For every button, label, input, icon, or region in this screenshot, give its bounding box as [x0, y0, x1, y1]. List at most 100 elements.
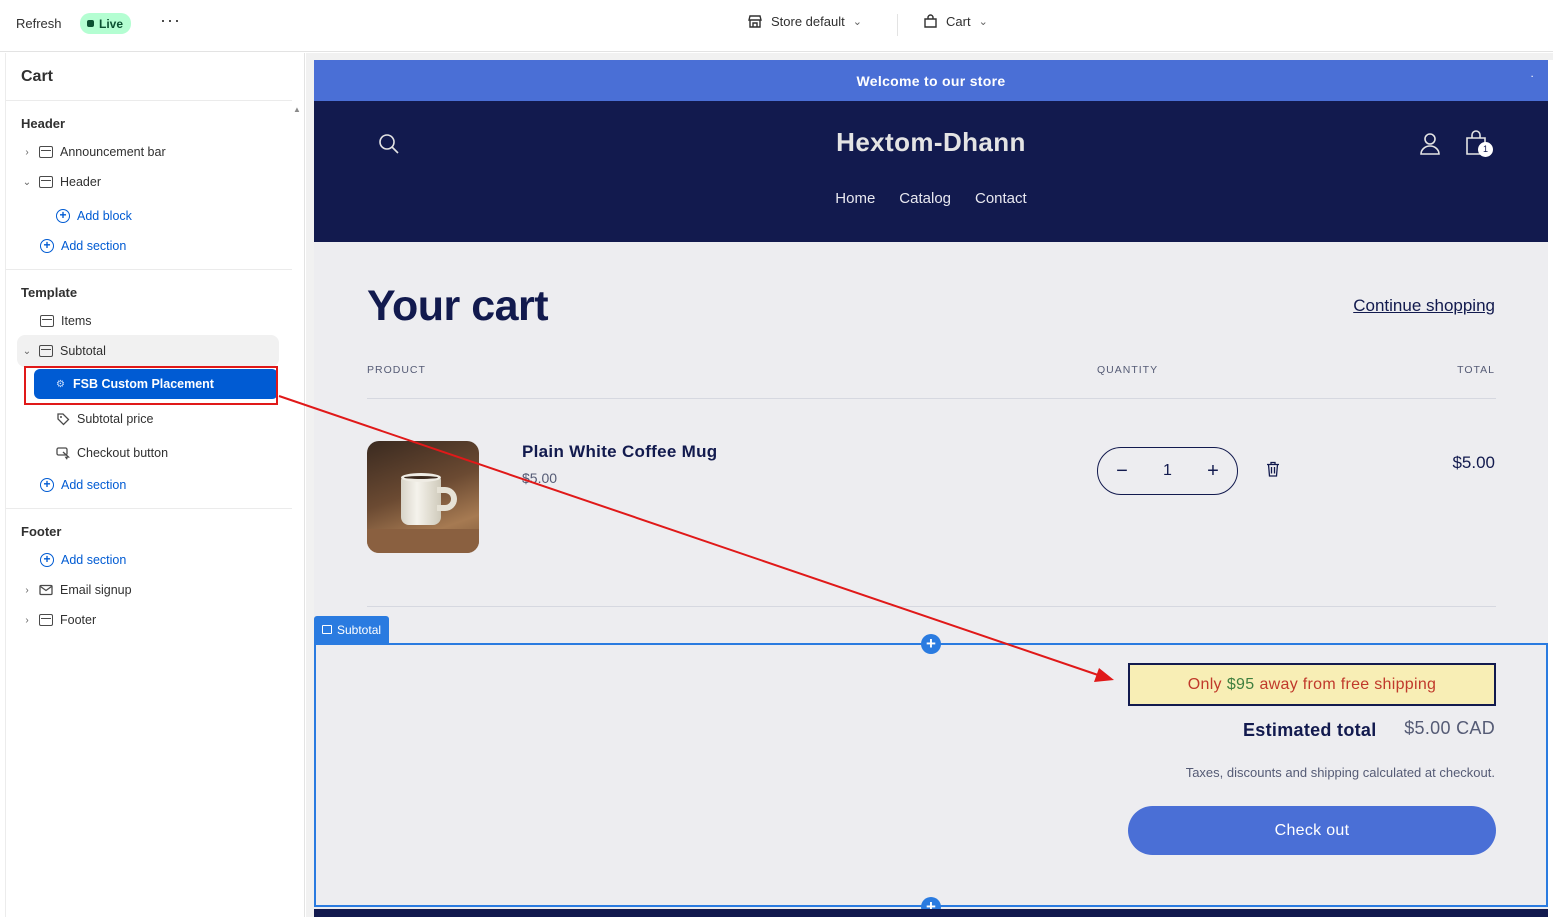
- preview-scrollbar[interactable]: [1548, 60, 1553, 917]
- sidebar-item-subtotal-price[interactable]: Subtotal price: [56, 408, 153, 430]
- sidebar-item-label: Subtotal: [60, 344, 106, 358]
- increase-quantity-button[interactable]: +: [1205, 460, 1221, 483]
- store-icon: [748, 15, 762, 28]
- account-icon[interactable]: [1419, 132, 1441, 156]
- checkout-button[interactable]: Check out: [1128, 806, 1496, 855]
- store-header: Hextom-Dhann Home Catalog Contact 1: [314, 101, 1548, 242]
- sidebar-item-label: Checkout button: [77, 446, 169, 460]
- template-selector[interactable]: Cart ⌄: [923, 14, 988, 29]
- column-header-product: PRODUCT: [367, 364, 426, 376]
- product-unit-price: $5.00: [522, 470, 558, 486]
- more-actions-button[interactable]: ···: [160, 10, 181, 31]
- plus-circle-icon: +: [56, 209, 70, 223]
- divider: [367, 398, 1496, 399]
- cursor-click-icon: [56, 447, 70, 460]
- refresh-button[interactable]: Refresh: [16, 16, 62, 31]
- product-image[interactable]: [367, 441, 479, 553]
- price-tag-icon: [57, 413, 70, 426]
- chevron-right-icon[interactable]: ›: [22, 585, 32, 596]
- fsb-prefix: Only: [1187, 675, 1222, 693]
- footer-group-label: Footer: [21, 524, 62, 539]
- sidebar-item-subtotal[interactable]: ⌄ Subtotal: [22, 340, 106, 362]
- sidebar-item-label: Header: [60, 175, 101, 189]
- cart-icon-link[interactable]: 1: [1464, 129, 1493, 162]
- live-label: Live: [99, 16, 124, 31]
- sidebar-item-label: Footer: [60, 613, 97, 627]
- chevron-down-icon[interactable]: ⌄: [22, 346, 32, 357]
- column-header-quantity: QUANTITY: [1097, 364, 1159, 376]
- editor-topbar: Refresh Live ··· Store default ⌄ Cart ⌄: [0, 0, 1553, 52]
- section-icon: [322, 625, 332, 634]
- sidebar-item-label: Subtotal price: [77, 412, 154, 426]
- add-section-above-icon[interactable]: +: [921, 634, 941, 654]
- header-group-label: Header: [21, 116, 66, 131]
- add-section-label: Add section: [61, 478, 127, 492]
- announcement-bar[interactable]: Welcome to our store ·: [314, 60, 1548, 101]
- topbar-divider: [897, 14, 898, 36]
- sections-sidebar: Cart ▲ Header › Announcement bar ⌄ Heade…: [5, 53, 305, 917]
- add-section-button[interactable]: + Add section: [40, 549, 126, 571]
- product-name-link[interactable]: Plain White Coffee Mug: [522, 442, 717, 462]
- mug-handle: [437, 487, 457, 511]
- add-block-button[interactable]: + Add block: [56, 205, 132, 227]
- subtotal-section-tag[interactable]: Subtotal: [314, 616, 390, 643]
- footer-strip: [314, 909, 1548, 917]
- trash-icon[interactable]: [1266, 461, 1280, 477]
- page-title: Your cart: [367, 282, 549, 330]
- plus-circle-icon: +: [40, 478, 54, 492]
- add-section-label: Add section: [61, 239, 127, 253]
- decrease-quantity-button[interactable]: −: [1114, 460, 1130, 483]
- template-group-label: Template: [21, 285, 78, 300]
- divider: [6, 508, 292, 509]
- sidebar-title: Cart: [21, 68, 54, 85]
- section-icon: [39, 345, 53, 357]
- store-selector[interactable]: Store default ⌄: [747, 14, 862, 29]
- quantity-stepper: − 1 +: [1097, 447, 1238, 495]
- mug-body: [401, 477, 441, 525]
- cart-count-badge: 1: [1478, 142, 1493, 157]
- nav-home[interactable]: Home: [835, 190, 875, 207]
- announcement-text: Welcome to our store: [856, 72, 1006, 89]
- live-badge: Live: [80, 13, 132, 34]
- chevron-down-icon: ⌄: [852, 16, 862, 28]
- quantity-value[interactable]: 1: [1163, 462, 1172, 480]
- free-shipping-bar: Only $95 away from free shipping: [1128, 663, 1496, 706]
- chevron-down-icon[interactable]: ⌄: [22, 177, 32, 188]
- divider: [6, 269, 292, 270]
- annotation-highlight-box: [24, 366, 278, 405]
- scroll-up-arrow[interactable]: ▲: [293, 105, 301, 114]
- section-icon: [39, 146, 53, 158]
- subtotal-tag-label: Subtotal: [337, 622, 382, 637]
- add-section-button[interactable]: + Add section: [40, 474, 126, 496]
- live-dot-icon: [87, 20, 94, 27]
- estimated-total-value: $5.00 CAD: [1404, 718, 1495, 738]
- add-section-button[interactable]: + Add section: [40, 235, 126, 257]
- dot-icon: ·: [1531, 72, 1534, 81]
- plus-circle-icon: +: [40, 553, 54, 567]
- sidebar-item-footer[interactable]: › Footer: [22, 609, 96, 631]
- add-block-label: Add block: [77, 209, 132, 223]
- divider: [367, 606, 1496, 607]
- sidebar-item-announcement-bar[interactable]: › Announcement bar: [22, 141, 165, 163]
- nav-catalog[interactable]: Catalog: [899, 190, 951, 207]
- fsb-amount: $95: [1226, 675, 1255, 693]
- store-logo[interactable]: Hextom-Dhann: [314, 127, 1548, 158]
- section-icon: [40, 315, 54, 327]
- chevron-right-icon[interactable]: ›: [22, 147, 32, 158]
- sidebar-item-header[interactable]: ⌄ Header: [22, 171, 101, 193]
- chevron-down-icon: ⌄: [978, 16, 988, 28]
- sidebar-item-checkout-button[interactable]: Checkout button: [56, 442, 168, 464]
- store-selector-label: Store default: [771, 14, 845, 29]
- nav-contact[interactable]: Contact: [975, 190, 1027, 207]
- add-section-label: Add section: [61, 553, 127, 567]
- section-icon: [39, 176, 53, 188]
- taxes-note: Taxes, discounts and shipping calculated…: [1185, 765, 1495, 780]
- mug-rim: [401, 473, 441, 482]
- sidebar-item-email-signup[interactable]: › Email signup: [22, 579, 131, 601]
- continue-shopping-link[interactable]: Continue shopping: [1353, 296, 1495, 316]
- template-selector-label: Cart: [946, 14, 971, 29]
- main-nav: Home Catalog Contact: [314, 190, 1548, 207]
- sidebar-item-items[interactable]: Items: [40, 310, 92, 332]
- divider: [6, 100, 292, 101]
- chevron-right-icon[interactable]: ›: [22, 615, 32, 626]
